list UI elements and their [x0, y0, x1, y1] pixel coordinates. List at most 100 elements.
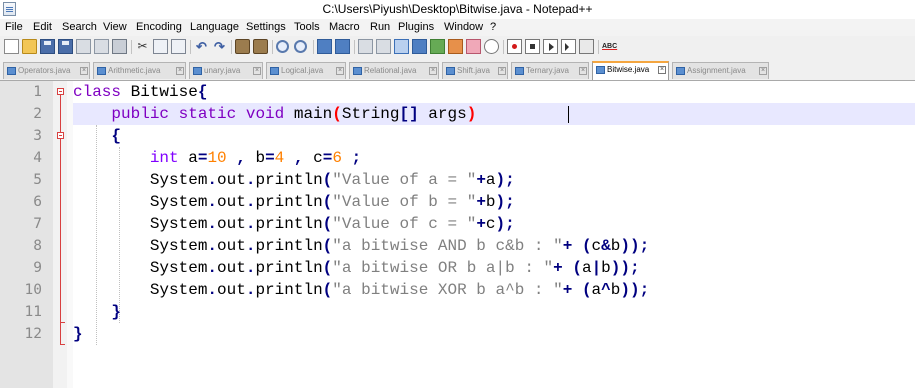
close-icon[interactable]: ×	[759, 67, 767, 75]
close-icon[interactable]: ×	[658, 66, 666, 74]
menu-search[interactable]: Search	[62, 21, 97, 33]
code-editor[interactable]: class Bitwise{ public static void main(S…	[0, 81, 915, 388]
tab-operators[interactable]: Operators.java ×	[3, 62, 90, 79]
indent-guide-icon[interactable]	[394, 39, 409, 54]
save-icon[interactable]	[40, 39, 55, 54]
paste-icon[interactable]	[171, 39, 186, 54]
save-all-icon[interactable]	[58, 39, 73, 54]
close-icon[interactable]: ×	[579, 67, 587, 75]
code-token: System	[73, 215, 208, 233]
close-icon[interactable]: ×	[429, 67, 437, 75]
code-token: b	[601, 259, 611, 277]
tab-shift[interactable]: Shift.java ×	[442, 62, 508, 79]
tab-logical[interactable]: Logical.java ×	[266, 62, 346, 79]
code-token: out	[217, 281, 246, 299]
code-token: .	[245, 193, 256, 211]
code-line[interactable]: System.out.println("Value of c = "+c);	[73, 213, 515, 235]
cut-icon[interactable]: ✂	[135, 39, 150, 54]
word-wrap-icon[interactable]	[358, 39, 373, 54]
code-line[interactable]: System.out.println("a bitwise OR b a|b :…	[73, 257, 640, 279]
code-token: +	[476, 171, 486, 189]
code-token: );	[495, 171, 515, 189]
menu-view[interactable]: View	[103, 21, 127, 33]
replace-icon[interactable]	[253, 39, 268, 54]
code-token: .	[245, 281, 256, 299]
code-line[interactable]: System.out.println("a bitwise AND b c&b …	[73, 235, 649, 257]
code-line[interactable]: System.out.println("Value of a = "+a);	[73, 169, 515, 191]
doc-map-icon[interactable]	[430, 39, 445, 54]
code-token: void	[245, 105, 285, 123]
monitoring-icon[interactable]	[484, 39, 499, 54]
record-macro-icon[interactable]	[507, 39, 522, 54]
fold-toggle-icon[interactable]	[57, 88, 64, 95]
code-line[interactable]: public static void main(String[] args)	[73, 103, 476, 125]
find-icon[interactable]	[235, 39, 250, 54]
open-file-icon[interactable]	[22, 39, 37, 54]
code-token: );	[495, 215, 515, 233]
folder-workspace-icon[interactable]	[466, 39, 481, 54]
sync-vertical-icon[interactable]	[317, 39, 332, 54]
code-token: );	[495, 193, 515, 211]
function-list-icon[interactable]	[448, 39, 463, 54]
close-file-icon[interactable]	[76, 39, 91, 54]
zoom-in-icon[interactable]	[276, 40, 289, 53]
run-macro-multiple-icon[interactable]	[561, 39, 576, 54]
sync-horizontal-icon[interactable]	[335, 39, 350, 54]
menu-settings[interactable]: Settings	[246, 21, 286, 33]
code-line[interactable]: System.out.println("a bitwise XOR b a^b …	[73, 279, 649, 301]
code-token: []	[399, 105, 419, 123]
undo-icon[interactable]: ↶	[194, 39, 209, 54]
print-icon[interactable]	[112, 39, 127, 54]
playback-macro-icon[interactable]	[543, 39, 558, 54]
show-all-chars-icon[interactable]	[376, 39, 391, 54]
menu-window[interactable]: Window	[444, 21, 483, 33]
toolbar-separator	[131, 40, 132, 54]
menu-encoding[interactable]: Encoding	[136, 21, 182, 33]
code-line[interactable]: }	[73, 323, 83, 345]
menu-help[interactable]: ?	[490, 21, 496, 33]
menu-macro[interactable]: Macro	[329, 21, 360, 33]
code-line[interactable]: System.out.println("Value of b = "+b);	[73, 191, 515, 213]
menu-edit[interactable]: Edit	[33, 21, 52, 33]
tab-unary[interactable]: unary.java ×	[189, 62, 263, 79]
tab-bitwise[interactable]: Bitwise.java ×	[592, 61, 669, 80]
tab-arithmetic[interactable]: Arithmetic.java ×	[93, 62, 186, 79]
close-icon[interactable]: ×	[176, 67, 184, 75]
code-token: ^	[601, 281, 611, 299]
code-token: class	[73, 83, 122, 101]
new-file-icon[interactable]	[4, 39, 19, 54]
fold-toggle-icon[interactable]	[57, 132, 64, 139]
close-icon[interactable]: ×	[253, 67, 261, 75]
menu-plugins[interactable]: Plugins	[398, 21, 434, 33]
close-icon[interactable]: ×	[80, 67, 88, 75]
toolbar-separator	[190, 40, 191, 54]
tab-assignment[interactable]: Assignment.java ×	[672, 62, 769, 79]
zoom-out-icon[interactable]	[294, 40, 307, 53]
line-number: 4	[33, 150, 42, 166]
copy-icon[interactable]	[153, 39, 168, 54]
tab-relational[interactable]: Relational.java ×	[349, 62, 439, 79]
close-all-icon[interactable]	[94, 39, 109, 54]
line-number: 9	[33, 260, 42, 276]
menu-language[interactable]: Language	[190, 21, 239, 33]
code-line[interactable]: int a=10 , b=4 , c=6 ;	[73, 147, 361, 169]
tab-ternary[interactable]: Ternary.java ×	[511, 62, 589, 79]
code-line[interactable]: {	[73, 125, 121, 147]
code-line[interactable]: class Bitwise{	[73, 81, 207, 103]
menu-file[interactable]: File	[5, 21, 23, 33]
stop-recording-icon[interactable]	[525, 39, 540, 54]
tab-label: Logical.java	[281, 66, 324, 75]
menu-run[interactable]: Run	[370, 21, 390, 33]
menu-tools[interactable]: Tools	[294, 21, 320, 33]
language-icon[interactable]	[412, 39, 427, 54]
close-icon[interactable]: ×	[498, 67, 506, 75]
code-line[interactable]: }	[73, 301, 121, 323]
code-token: 10	[207, 149, 227, 167]
tab-label: Bitwise.java	[607, 65, 650, 74]
spell-check-icon[interactable]: ABC	[602, 39, 617, 54]
save-macro-icon[interactable]	[579, 39, 594, 54]
redo-icon[interactable]: ↷	[212, 39, 227, 54]
code-token: .	[207, 193, 218, 211]
code-token: .	[245, 215, 256, 233]
close-icon[interactable]: ×	[336, 67, 344, 75]
